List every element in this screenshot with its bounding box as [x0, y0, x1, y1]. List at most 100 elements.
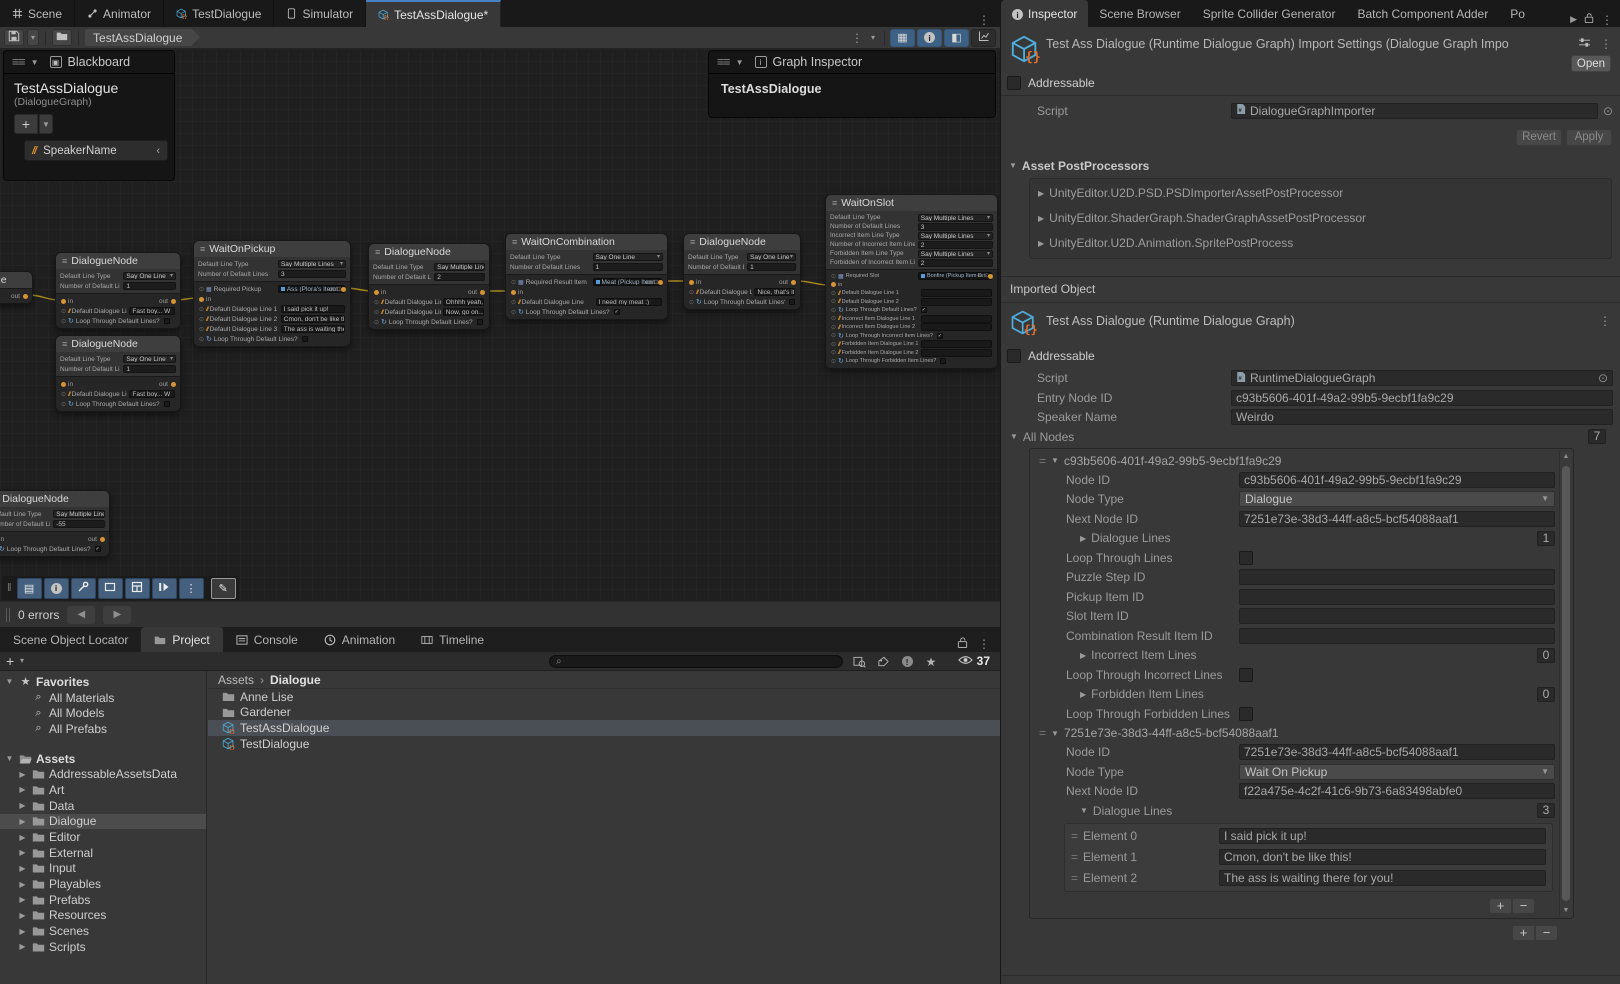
element-2-field[interactable]: The ass is waiting there for you!: [1219, 870, 1546, 886]
number-of-default-lines-input[interactable]: 1: [123, 365, 176, 373]
inspector-tab-scene-browser[interactable]: Scene Browser: [1088, 0, 1191, 27]
remove-element-button[interactable]: −: [1512, 898, 1535, 914]
scroll-up-icon[interactable]: ▲: [1560, 453, 1572, 460]
graph-node-waitoncombination[interactable]: ≡WaitOnCombinationDefault Line TypeSay O…: [505, 233, 668, 320]
importer-script-field[interactable]: # DialogueGraphImporter: [1231, 103, 1598, 119]
object-picker-icon[interactable]: ⊙: [1603, 104, 1613, 118]
tree-item-all-models[interactable]: ⌕All Models: [0, 705, 206, 721]
number-of-default-lines-input[interactable]: 3: [918, 223, 993, 231]
save-options-button[interactable]: ▾: [27, 29, 39, 46]
next-node-id-field[interactable]: f22a475e-4c2f-41c6-9b73-6a83498abfe0: [1239, 783, 1555, 799]
input-port[interactable]: [61, 299, 66, 304]
loop-through-incorrect-item-lines-checkbox[interactable]: ✓: [937, 333, 943, 339]
forbidden-of-incorrect-item-lines-input[interactable]: 2: [918, 259, 993, 267]
create-menu-button[interactable]: +: [6, 653, 14, 669]
loop-through-forbidden-lines-checkbox[interactable]: [1239, 707, 1253, 721]
loop-through-default-lines-checkbox[interactable]: [302, 336, 308, 342]
postprocessor-item[interactable]: ▶UnityEditor.U2D.Animation.SpritePostPro…: [1030, 231, 1611, 256]
input-port[interactable]: [61, 382, 66, 387]
output-port[interactable]: [791, 280, 796, 285]
inspector-tab-po[interactable]: Po: [1499, 0, 1536, 27]
inspector-tab-inspector[interactable]: iInspector: [1001, 0, 1088, 27]
node-header[interactable]: ≡DialogueNode: [369, 244, 489, 260]
expander-icon[interactable]: ▶: [17, 770, 28, 779]
collapse-icon[interactable]: ▼: [31, 58, 39, 67]
add-property-button[interactable]: +: [14, 114, 38, 134]
editor-tab-simulator[interactable]: Simulator: [274, 0, 366, 27]
default-dialogue-line-1-input[interactable]: Ohhhh yeah,: [443, 298, 484, 306]
apply-button[interactable]: Apply: [1566, 129, 1612, 146]
tree-item-addressableassetsdata[interactable]: ▶AddressableAssetsData: [0, 766, 206, 782]
project-search-input[interactable]: ⌕: [549, 655, 843, 668]
tab-animation[interactable]: Animation: [311, 627, 408, 652]
expander-icon[interactable]: ▼: [4, 677, 15, 686]
number-of-default-lines-input[interactable]: 1: [747, 263, 796, 271]
addressable-checkbox[interactable]: [1007, 349, 1021, 363]
breadcrumb-current[interactable]: Dialogue: [270, 673, 321, 687]
file-row-testassdialogue[interactable]: {}TestAssDialogue: [208, 720, 1000, 736]
node-entry-header[interactable]: =▼7251e73e-38d3-44ff-a8c5-bcf54088aaf1: [1030, 724, 1557, 743]
add-element-button[interactable]: +: [1512, 925, 1535, 941]
foldout-closed-icon[interactable]: ▶: [1038, 239, 1044, 248]
loop-through-default-lines-checkbox[interactable]: [789, 299, 795, 305]
editor-tab-animator[interactable]: Animator: [75, 0, 164, 27]
forbidden-item-dialogue-line-1-input[interactable]: [921, 340, 992, 348]
file-row-anne-lise[interactable]: Anne Lise: [208, 689, 1000, 705]
graph-node-startnode[interactable]: ≡StartNodeSpeakerNameout: [0, 271, 33, 304]
graph-node-dialoguenode[interactable]: ≡DialogueNodeDefault Line TypeSay Multip…: [368, 243, 490, 330]
tree-item-editor[interactable]: ▶Editor: [0, 829, 206, 845]
expander-icon[interactable]: ▶: [17, 864, 28, 873]
input-port[interactable]: [374, 290, 379, 295]
foldout-dialogue-lines[interactable]: ▼Dialogue Lines: [1030, 804, 1239, 818]
loop-through-default-lines-checkbox[interactable]: [164, 401, 170, 407]
node-type-dropdown[interactable]: Dialogue▼: [1239, 491, 1555, 507]
expander-icon[interactable]: ▶: [17, 880, 28, 889]
incorrect-item-line-type-dropdown[interactable]: Say Multiple Lines▾: [918, 232, 993, 240]
foldout-closed-icon[interactable]: ▶: [1038, 189, 1044, 198]
chevron-left-icon[interactable]: ‹: [156, 145, 160, 157]
output-port[interactable]: [480, 290, 485, 295]
input-port[interactable]: [511, 290, 516, 295]
node-header[interactable]: ≡StartNode: [0, 272, 32, 288]
default-dialogue-line-2-input[interactable]: Now, go on...: [443, 308, 484, 316]
next-error-button[interactable]: ▶: [103, 606, 131, 624]
blackboard-panel[interactable]: ≡≡ ▼ ▣ Blackboard TestAssDialogue (Dialo…: [3, 50, 175, 181]
transitions-button[interactable]: [152, 578, 177, 599]
default-line-type-dropdown[interactable]: Say Multiple Lines▾: [918, 214, 993, 222]
remove-element-button[interactable]: −: [1535, 925, 1558, 941]
input-port[interactable]: [689, 280, 694, 285]
loop-through-incorrect-lines-checkbox[interactable]: [1239, 668, 1253, 682]
element-0-field[interactable]: I said pick it up!: [1219, 828, 1546, 844]
tree-item-input[interactable]: ▶Input: [0, 861, 206, 877]
graph-node-dialoguenode[interactable]: ≡DialogueNodeDefault Line TypeSay One Li…: [683, 233, 801, 310]
output-port[interactable]: [988, 274, 993, 279]
slot-item-id-field[interactable]: [1239, 608, 1555, 624]
collapse-icon[interactable]: ▼: [736, 58, 744, 67]
node-id-field[interactable]: c93b5606-401f-49a2-99b5-9ecbf1fa9c29: [1239, 472, 1555, 488]
previous-error-button[interactable]: ◀: [67, 606, 95, 624]
editor-tab-testdialogue[interactable]: {}TestDialogue: [164, 0, 274, 27]
expander-icon[interactable]: ▼: [4, 754, 15, 763]
kebab-icon[interactable]: ⋮: [978, 637, 990, 651]
expander-icon[interactable]: ▶: [17, 833, 28, 842]
foldout-dialogue-lines[interactable]: ▶Dialogue Lines: [1030, 531, 1239, 545]
hamburger-icon[interactable]: ≡≡: [717, 55, 730, 69]
expander-icon[interactable]: ▶: [17, 911, 28, 920]
frame-button[interactable]: [98, 578, 123, 599]
tab-project[interactable]: Project: [141, 627, 222, 652]
tree-item-dialogue[interactable]: ▶Dialogue: [0, 814, 206, 830]
node-type-dropdown[interactable]: Wait On Pickup▼: [1239, 764, 1555, 780]
addressable-checkbox[interactable]: [1007, 76, 1021, 90]
tree-item-art[interactable]: ▶Art: [0, 782, 206, 798]
object-picker-icon[interactable]: ⊙: [1598, 371, 1608, 385]
revert-button[interactable]: Revert: [1516, 129, 1562, 146]
tab-scroll-right-icon[interactable]: ▶: [1570, 14, 1577, 25]
expander-icon[interactable]: ▶: [17, 895, 28, 904]
array-size-field[interactable]: 1: [1537, 531, 1555, 546]
speaker-name-field[interactable]: Weirdo: [1231, 409, 1613, 425]
hamburger-icon[interactable]: ≡≡: [12, 55, 25, 69]
puzzle-step-id-field[interactable]: [1239, 569, 1555, 585]
next-node-id-field[interactable]: 7251e73e-38d3-44ff-a8c5-bcf54088aaf1: [1239, 511, 1555, 527]
search-by-type-button[interactable]: [848, 654, 870, 669]
number-of-default-lines-input[interactable]: 1: [123, 282, 176, 290]
